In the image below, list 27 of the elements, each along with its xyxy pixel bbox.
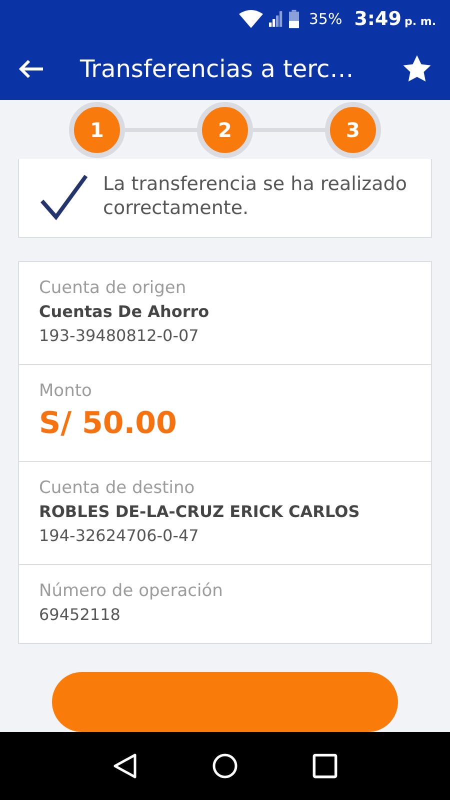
- clock-suffix: p. m.: [404, 15, 436, 28]
- star-icon[interactable]: [402, 54, 432, 84]
- signal-icon: [268, 10, 283, 28]
- battery-icon: [288, 9, 299, 29]
- step-number: 1: [69, 102, 125, 158]
- account-name: Cuentas De Ahorro: [39, 301, 210, 323]
- back-nav-icon[interactable]: [112, 753, 138, 779]
- step-number: 3: [325, 102, 381, 158]
- account-number: 69452118: [39, 604, 122, 626]
- amount-value: S/ 50.00: [39, 405, 178, 443]
- recents-nav-icon[interactable]: [312, 753, 338, 779]
- field-label: Cuenta de origen: [39, 277, 188, 300]
- wifi-icon: [238, 10, 263, 28]
- field-label: Número de operación: [39, 580, 224, 603]
- success-message: La transferencia se ha realizado correctamente.: [103, 173, 408, 221]
- account-number: 194-32624706-0-47: [39, 525, 200, 547]
- back-arrow-icon[interactable]: [18, 59, 44, 79]
- step-number: 2: [197, 102, 253, 158]
- account-name: ROBLES DE-LA-CRUZ ERICK CARLOS: [39, 501, 361, 523]
- clock-time: 3:49: [354, 8, 402, 30]
- screen-title: Transferencias a terc…: [80, 55, 355, 83]
- field-label: Cuenta de destino: [39, 477, 196, 500]
- account-number: 193-39480812-0-07: [39, 325, 200, 347]
- battery-percent: 35%: [308, 10, 342, 28]
- field-label: Monto: [39, 380, 93, 403]
- home-nav-icon[interactable]: [212, 753, 238, 779]
- checkmark-icon: [39, 173, 89, 222]
